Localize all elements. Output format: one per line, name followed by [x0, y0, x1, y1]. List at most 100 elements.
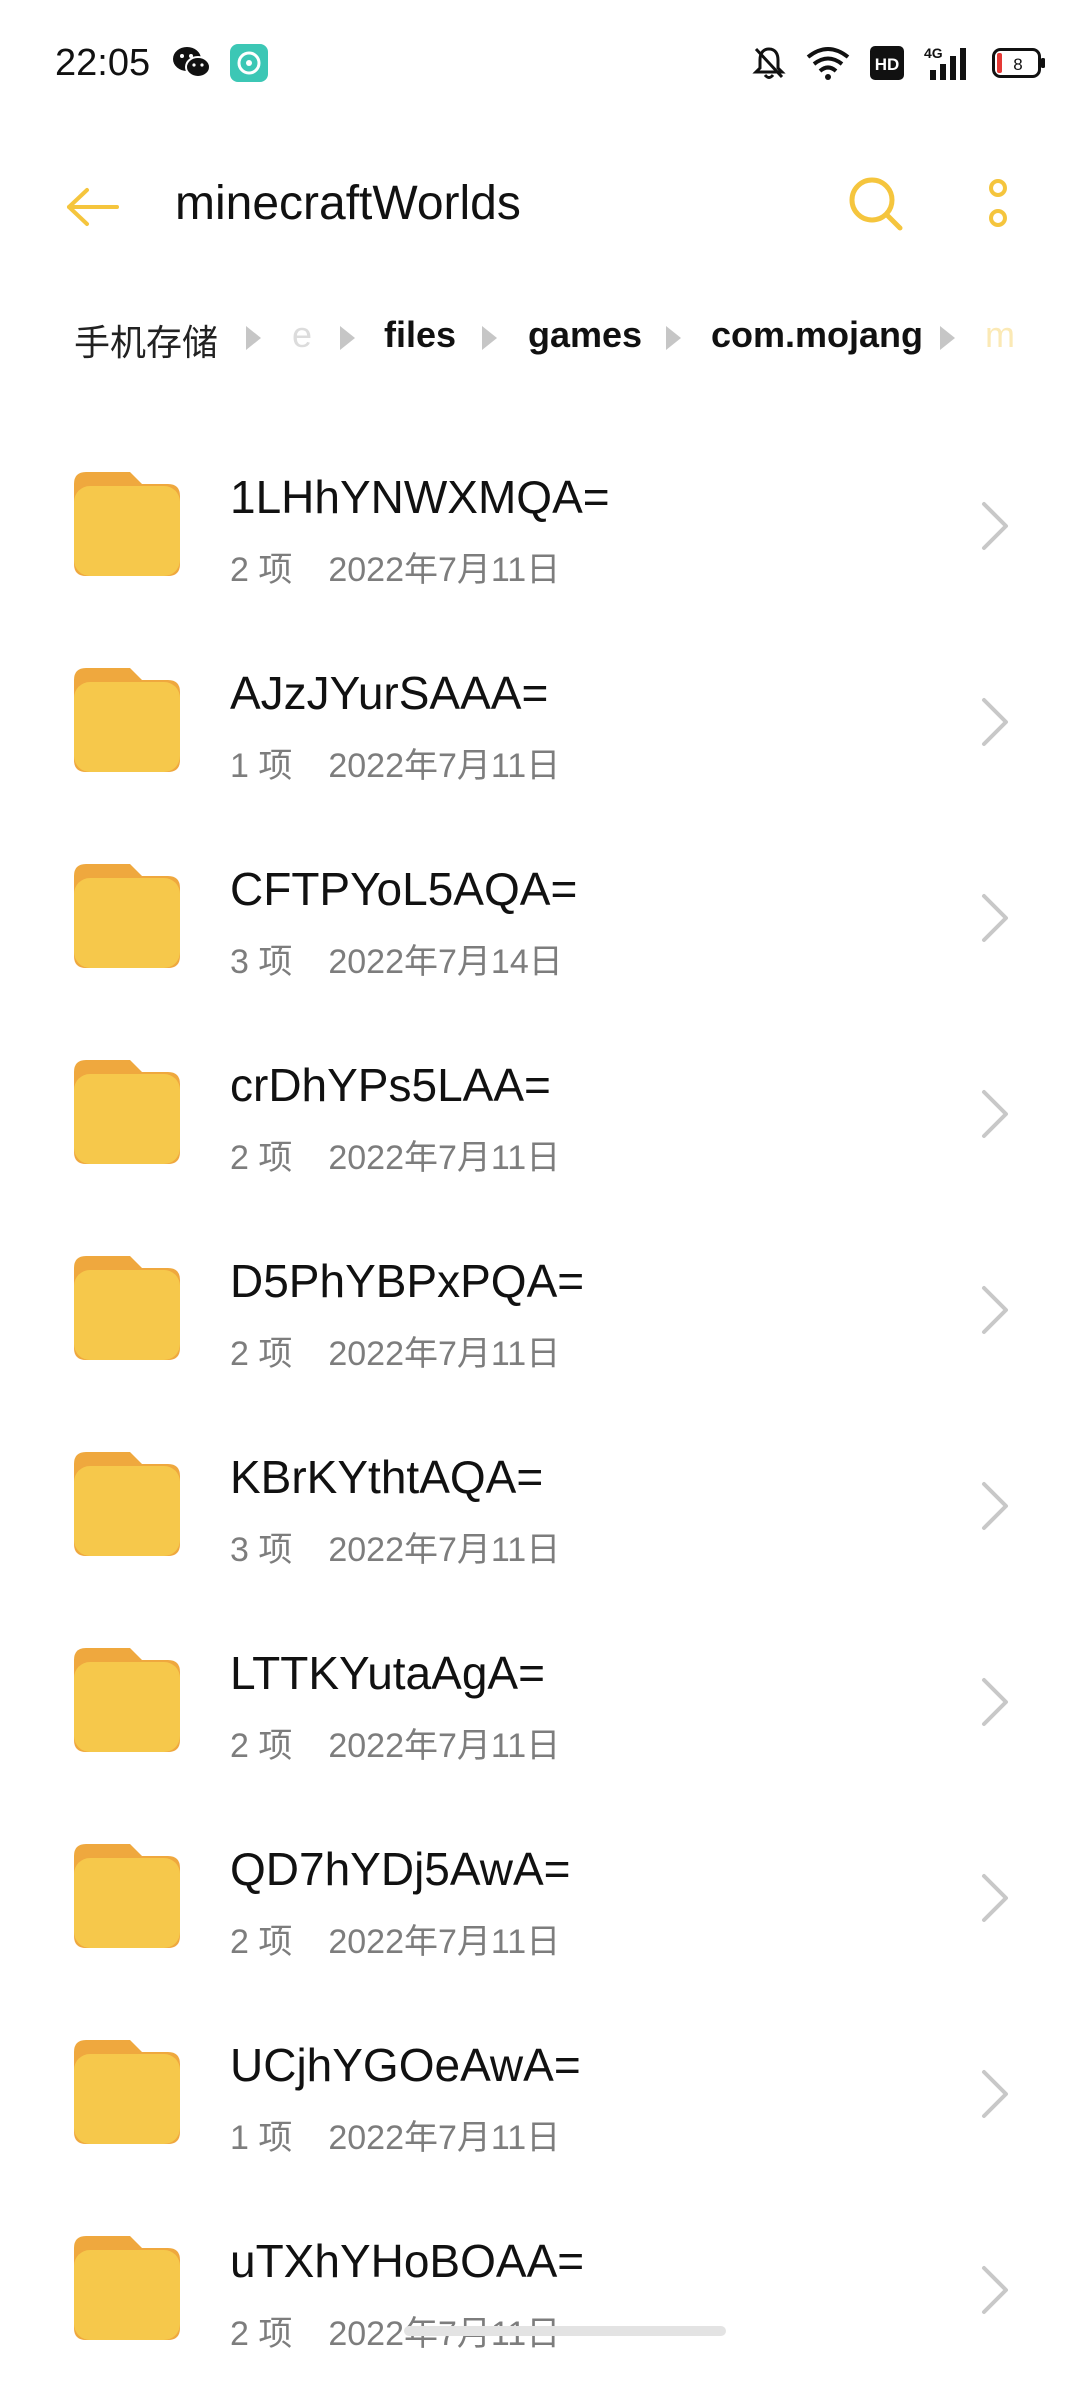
file-meta: 1 项 2022年7月11日	[230, 2110, 560, 2159]
file-name: uTXhYHoBOAA=	[230, 2235, 585, 2287]
chevron-right-icon	[982, 1482, 1008, 1530]
breadcrumb-item-storage[interactable]: 手机存储	[74, 314, 218, 366]
file-meta: 3 项 2022年7月14日	[230, 934, 563, 983]
item-count: 2 项	[230, 551, 293, 589]
modified-date: 2022年7月11日	[328, 1139, 561, 1177]
breadcrumb-separator-icon	[340, 326, 355, 350]
item-count: 2 项	[230, 1727, 293, 1765]
item-count: 1 项	[230, 747, 293, 785]
list-item[interactable]: KBrKYthtAQA= 3 项 2022年7月11日	[0, 1410, 1080, 1606]
chevron-right-icon	[982, 502, 1008, 550]
chevron-right-icon	[982, 1090, 1008, 1138]
hd-icon: HD	[870, 46, 904, 85]
list-item[interactable]: D5PhYBPxPQA= 2 项 2022年7月11日	[0, 1214, 1080, 1410]
breadcrumb-separator-icon	[666, 326, 681, 350]
page-title: minecraftWorlds	[175, 177, 521, 230]
more-options-button[interactable]	[978, 172, 1018, 240]
status-bar: 22:05 HD 4G 8	[0, 0, 1080, 130]
status-left-icons	[172, 44, 268, 87]
breadcrumb-item-com-mojang[interactable]: com.mojang	[711, 314, 923, 356]
modified-date: 2022年7月11日	[328, 747, 561, 785]
svg-text:8: 8	[1013, 55, 1022, 74]
folder-icon	[74, 1256, 180, 1360]
modified-date: 2022年7月11日	[328, 1335, 561, 1373]
item-count: 2 项	[230, 2315, 293, 2353]
home-indicator[interactable]	[404, 2326, 726, 2336]
item-count: 1 项	[230, 2119, 293, 2157]
file-name: crDhYPs5LAA=	[230, 1059, 551, 1111]
breadcrumb-separator-icon	[246, 326, 261, 350]
file-meta: 2 项 2022年7月11日	[230, 1130, 560, 1179]
wifi-icon	[806, 45, 850, 86]
file-name: UCjhYGOeAwA=	[230, 2039, 581, 2091]
chevron-right-icon	[982, 1286, 1008, 1334]
folder-icon	[74, 2040, 180, 2144]
folder-icon	[74, 1648, 180, 1752]
modified-date: 2022年7月11日	[328, 1531, 561, 1569]
breadcrumb-separator-icon	[482, 326, 497, 350]
folder-icon	[74, 1844, 180, 1948]
chevron-right-icon	[982, 894, 1008, 942]
file-meta: 2 项 2022年7月11日	[230, 1718, 560, 1767]
folder-icon	[74, 1452, 180, 1556]
modified-date: 2022年7月14日	[328, 943, 563, 981]
list-item[interactable]: crDhYPs5LAA= 2 项 2022年7月11日	[0, 1018, 1080, 1214]
battery-icon: 8	[992, 48, 1046, 83]
modified-date: 2022年7月11日	[328, 2119, 561, 2157]
list-item[interactable]: CFTPYoL5AQA= 3 项 2022年7月14日	[0, 822, 1080, 1018]
toolbar: minecraftWorlds	[0, 150, 1080, 260]
folder-icon	[74, 472, 180, 576]
folder-icon	[74, 864, 180, 968]
chevron-right-icon	[982, 2266, 1008, 2314]
file-name: 1LHhYNWXMQA=	[230, 471, 610, 523]
file-meta: 2 项 2022年7月11日	[230, 1326, 560, 1375]
file-name: D5PhYBPxPQA=	[230, 1255, 585, 1307]
search-icon	[849, 177, 903, 231]
file-name: AJzJYurSAAA=	[230, 667, 549, 719]
breadcrumb: 手机存储 e files games com.mojang m	[0, 308, 1080, 368]
list-item[interactable]: 1LHhYNWXMQA= 2 项 2022年7月11日	[0, 430, 1080, 626]
list-item[interactable]: UCjhYGOeAwA= 1 项 2022年7月11日	[0, 1998, 1080, 2194]
list-item[interactable]: AJzJYurSAAA= 1 项 2022年7月11日	[0, 626, 1080, 822]
mute-bell-icon	[752, 45, 786, 86]
file-name: QD7hYDj5AwA=	[230, 1843, 571, 1895]
file-meta: 1 项 2022年7月11日	[230, 738, 560, 787]
folder-icon	[74, 1060, 180, 1164]
wechat-icon	[172, 45, 212, 86]
item-count: 2 项	[230, 1335, 293, 1373]
signal-4g-icon: 4G	[924, 44, 972, 87]
file-meta: 2 项 2022年7月11日	[230, 542, 560, 591]
more-vertical-icon	[989, 179, 1007, 227]
chevron-right-icon	[982, 1874, 1008, 1922]
chevron-right-icon	[982, 2070, 1008, 2118]
breadcrumb-item-current[interactable]: m	[985, 314, 1015, 356]
modified-date: 2022年7月11日	[328, 1923, 561, 1961]
item-count: 2 项	[230, 1139, 293, 1177]
file-meta: 2 项 2022年7月11日	[230, 1914, 560, 1963]
file-name: CFTPYoL5AQA=	[230, 863, 578, 915]
chevron-right-icon	[982, 698, 1008, 746]
breadcrumb-separator-icon	[940, 326, 955, 350]
svg-text:4G: 4G	[924, 45, 943, 61]
item-count: 2 项	[230, 1923, 293, 1961]
list-item[interactable]: LTTKYutaAgA= 2 项 2022年7月11日	[0, 1606, 1080, 1802]
breadcrumb-item-games[interactable]: games	[528, 314, 642, 356]
file-name: KBrKYthtAQA=	[230, 1451, 544, 1503]
back-button[interactable]	[58, 172, 128, 242]
search-button[interactable]	[840, 168, 912, 240]
list-item[interactable]: uTXhYHoBOAA= 2 项2022年7月11日	[0, 2194, 1080, 2390]
arrow-left-icon	[67, 188, 119, 226]
svg-text:HD: HD	[875, 55, 900, 74]
folder-icon	[74, 2236, 180, 2340]
folder-icon	[74, 668, 180, 772]
file-name: LTTKYutaAgA=	[230, 1647, 545, 1699]
modified-date: 2022年7月11日	[328, 551, 561, 589]
list-item[interactable]: QD7hYDj5AwA= 2 项 2022年7月11日	[0, 1802, 1080, 1998]
chevron-right-icon	[982, 1678, 1008, 1726]
status-right-icons: HD 4G 8	[752, 44, 1046, 87]
breadcrumb-item-files[interactable]: files	[384, 314, 456, 356]
status-time: 22:05	[55, 42, 151, 84]
item-count: 3 项	[230, 1531, 293, 1569]
breadcrumb-item-e[interactable]: e	[292, 314, 312, 356]
music-app-icon	[230, 44, 268, 87]
